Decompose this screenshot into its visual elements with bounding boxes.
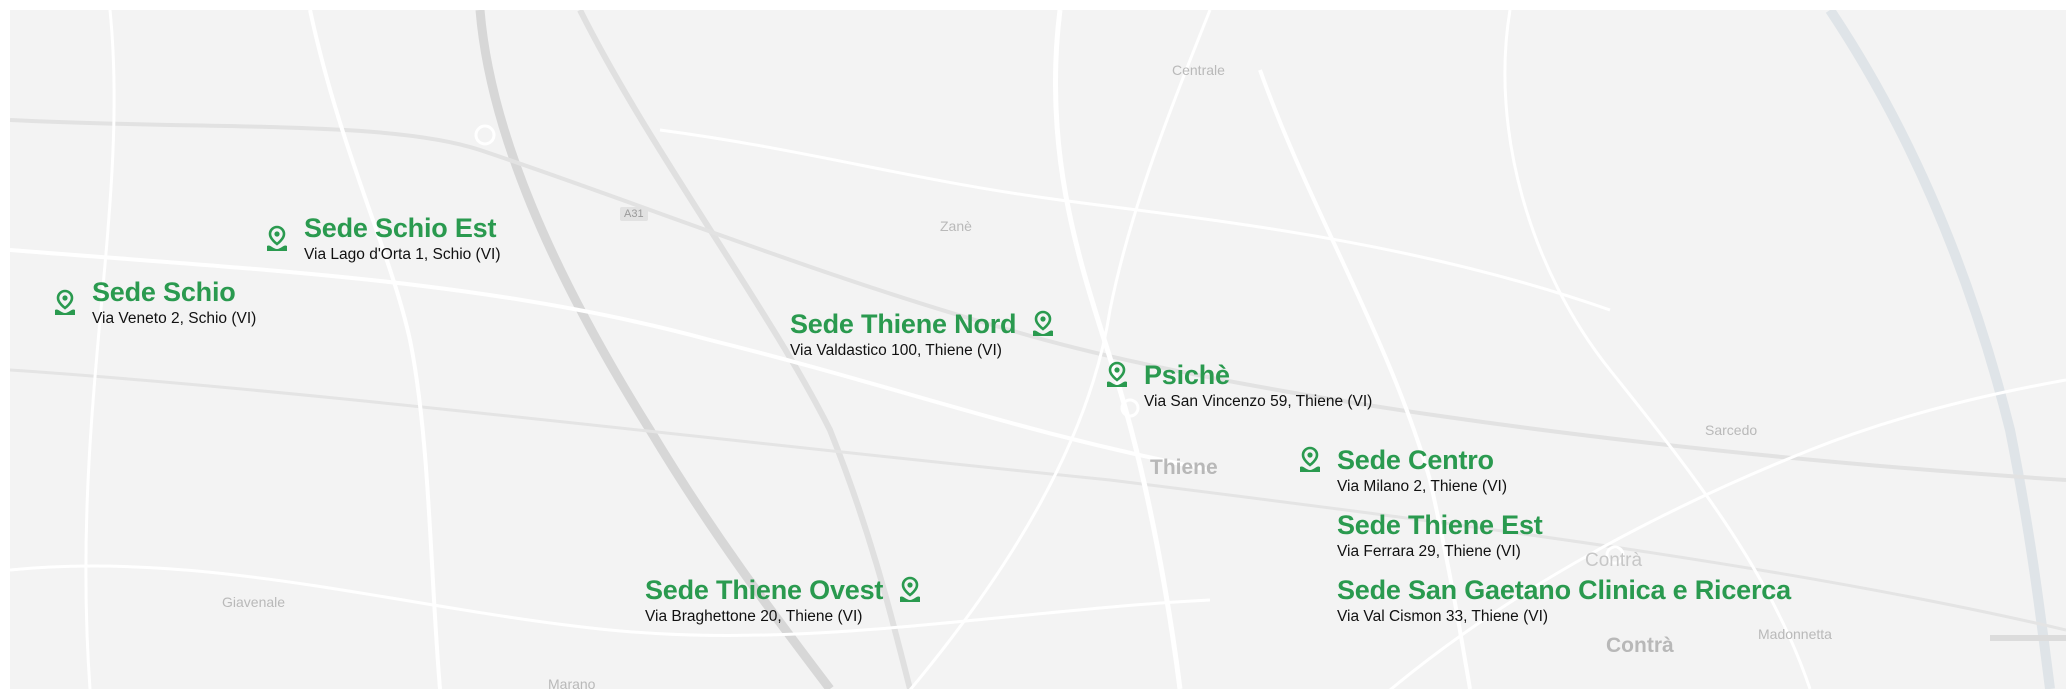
location-name: Sede Schio Est (304, 213, 497, 243)
map-pin-icon (897, 576, 923, 604)
place-label-giavenale: Giavenale (222, 594, 286, 610)
map-pin-icon (1030, 310, 1056, 338)
location-address: Via Valdastico 100, Thiene (VI) (790, 342, 1002, 359)
map-pin-icon (52, 289, 78, 317)
map-pin-icon (264, 225, 290, 253)
place-label-sarcedo: Sarcedo (1705, 422, 1758, 438)
place-label-centrale: Centrale (1172, 62, 1225, 78)
place-label-thiene: Thiene (1150, 456, 1218, 479)
location-marker-centro[interactable]: Sede Centro Via Milano 2, Thiene (VI) (1297, 444, 1507, 497)
location-address: Via Val Cismon 33, Thiene (VI) (1337, 608, 1549, 625)
location-address: Via San Vincenzo 59, Thiene (VI) (1144, 393, 1373, 410)
location-name: Psichè (1144, 360, 1230, 390)
location-marker-psiche[interactable]: Psichè Via San Vincenzo 59, Thiene (VI) (1104, 359, 1372, 412)
location-address: Via Lago d'Orta 1, Schio (VI) (304, 246, 501, 263)
location-marker-schio[interactable]: Sede Schio Via Veneto 2, Schio (VI) (52, 276, 256, 329)
location-name: Sede Schio (92, 277, 236, 307)
location-address: Via Braghettone 20, Thiene (VI) (645, 608, 863, 625)
location-address: Via Ferrara 29, Thiene (VI) (1337, 543, 1521, 560)
location-marker-thiene-ovest[interactable]: Sede Thiene Ovest Via Braghettone 20, Th… (645, 574, 923, 627)
road-shield-a31: A31 (620, 207, 648, 221)
place-label-madonnetta: Madonnetta (1758, 626, 1832, 642)
place-label-contra-small: Contrà (1585, 550, 1643, 571)
location-address: Via Milano 2, Thiene (VI) (1337, 478, 1508, 495)
location-name: Sede San Gaetano Clinica e Ricerca (1337, 575, 1791, 605)
map-pin-icon (1104, 361, 1130, 389)
location-name: Sede Thiene Nord (790, 309, 1017, 339)
location-address: Via Veneto 2, Schio (VI) (92, 310, 257, 327)
place-label-zane: Zanè (940, 218, 972, 234)
location-name: Sede Centro (1337, 445, 1494, 475)
location-marker-san-gaetano[interactable]: Sede San Gaetano Clinica e Ricerca Via V… (1337, 574, 1791, 627)
location-marker-thiene-est[interactable]: Sede Thiene Est Via Ferrara 29, Thiene (… (1337, 509, 1543, 562)
location-name: Sede Thiene Ovest (645, 575, 884, 605)
map-pin-icon (1297, 446, 1323, 474)
place-label-marano: Marano (548, 676, 596, 689)
location-name: Sede Thiene Est (1337, 510, 1543, 540)
location-marker-thiene-nord[interactable]: Sede Thiene Nord Via Valdastico 100, Thi… (790, 308, 1056, 361)
location-marker-schio-est[interactable]: Sede Schio Est Via Lago d'Orta 1, Schio … (264, 212, 501, 265)
place-label-contra: Contrà (1606, 634, 1674, 657)
